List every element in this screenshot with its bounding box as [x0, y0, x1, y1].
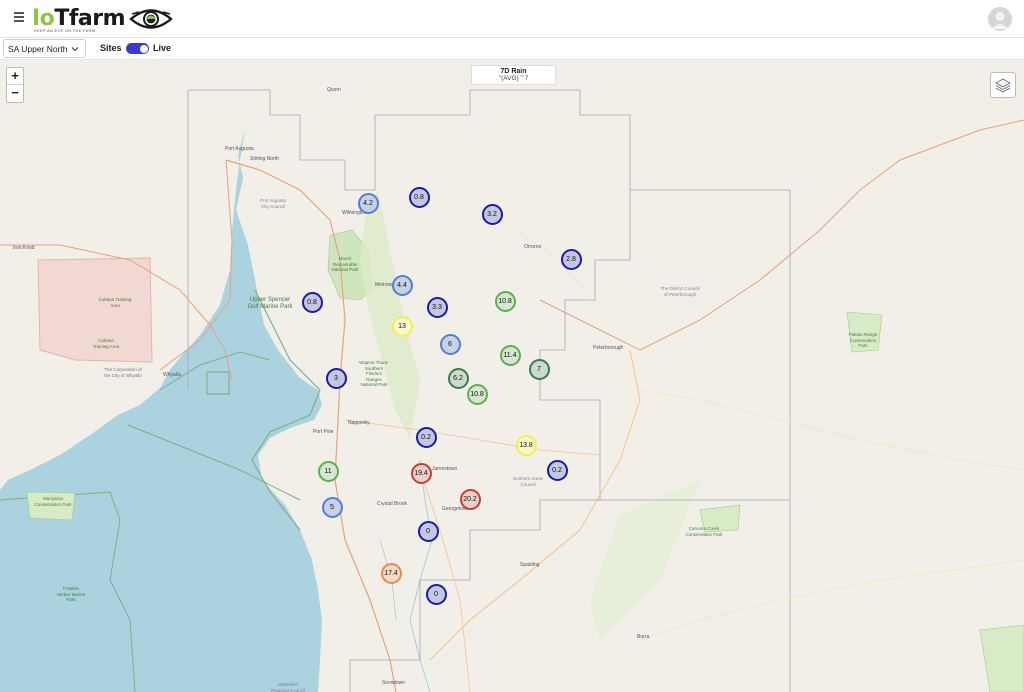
park-label: Franklin Harbor Marine Park — [56, 586, 86, 602]
site-marker[interactable]: 10.8 — [466, 383, 488, 405]
place-label: Jamestown — [432, 466, 458, 472]
place-label: Burra — [637, 634, 650, 640]
zoom-in-button[interactable]: + — [7, 68, 23, 85]
live-label: Live — [153, 43, 172, 53]
hamburger-icon[interactable] — [14, 12, 24, 22]
app-header: IoTfarm KEEP AN EYE ON THE FARM — [0, 0, 1024, 38]
zoom-out-button[interactable]: − — [7, 85, 23, 102]
rain-legend: 7D Rain "(AVG) " 7 — [471, 65, 556, 85]
site-marker[interactable]: 6 — [439, 333, 461, 355]
park-label: Wakefield Regional Council — [270, 682, 306, 692]
site-marker[interactable]: 10.8 — [494, 290, 516, 312]
legend-title: 7D Rain — [500, 68, 527, 75]
park-label: Northern Areas Council — [512, 476, 544, 487]
park-label: Wapma Thura-Southern Flinders Ranges Nat… — [359, 360, 389, 387]
place-label: Snowtown — [382, 680, 406, 686]
site-marker[interactable]: 20.2 — [459, 488, 481, 510]
site-marker[interactable]: 11.4 — [499, 344, 521, 366]
site-marker[interactable]: 3 — [325, 367, 347, 389]
site-marker[interactable]: 3.2 — [481, 203, 503, 225]
park-label: Mount Remarkable National Park — [331, 256, 359, 272]
region-select[interactable]: SA Upper North — [3, 39, 86, 58]
site-marker[interactable]: 4.4 — [391, 274, 413, 296]
zoom-control: + − — [6, 67, 24, 103]
site-marker[interactable]: 0.2 — [546, 459, 568, 481]
legend-subtitle: "(AVG) " 7 — [498, 75, 529, 82]
sites-label: Sites — [100, 43, 122, 53]
layers-icon — [995, 78, 1011, 93]
park-label: Caroona Creek Conservation Park — [685, 526, 723, 537]
place-label: Iron Knob — [13, 245, 35, 251]
toggle-knob — [139, 44, 148, 53]
site-marker[interactable]: 7 — [528, 358, 550, 380]
site-marker[interactable]: 17.4 — [380, 562, 402, 584]
site-marker[interactable]: 13.8 — [515, 434, 537, 456]
app-logo[interactable]: IoTfarm KEEP AN EYE ON THE FARM — [32, 6, 173, 33]
site-marker[interactable]: 0.8 — [408, 186, 430, 208]
site-marker[interactable]: 0 — [417, 520, 439, 542]
place-label: Stirling North — [250, 156, 279, 162]
site-marker[interactable]: 0 — [425, 583, 447, 605]
park-label: The District Council of Peterborough — [660, 286, 700, 297]
layers-button[interactable] — [990, 72, 1016, 98]
user-avatar-icon[interactable] — [988, 7, 1012, 31]
park-label: Upper Spencer Gulf Marine Park — [247, 297, 293, 310]
map-canvas[interactable]: Quorn Port Augusta Stirling North Wilmin… — [0, 60, 1024, 692]
region-select-value: SA Upper North — [8, 43, 68, 54]
site-marker[interactable]: 11 — [317, 460, 339, 482]
site-marker[interactable]: 6.2 — [447, 367, 469, 389]
place-label: Whyalla — [163, 372, 181, 378]
place-label: Orroroo — [524, 244, 542, 250]
place-label: Port Augusta — [225, 146, 254, 152]
map-basemap — [0, 89, 1024, 692]
park-label: Cultana Training Area — [92, 338, 120, 349]
site-marker[interactable]: 13 — [391, 315, 413, 337]
place-label: Napperby — [348, 420, 370, 426]
chevron-down-icon — [71, 47, 79, 52]
place-label: Peterborough — [593, 345, 624, 351]
place-label: Melrose — [375, 282, 393, 288]
site-marker[interactable]: 19.4 — [410, 462, 432, 484]
park-label: Munyaroo Conservation Park — [34, 496, 72, 507]
site-marker[interactable]: 0.2 — [415, 426, 437, 448]
park-label: The Corporation of the City of Whyalla — [104, 367, 142, 378]
logo-tagline: KEEP AN EYE ON THE FARM — [34, 28, 96, 33]
map-toolbar: SA Upper North Sites Live — [0, 38, 1024, 60]
place-label: Spalding — [520, 562, 540, 568]
park-label: Port Augusta City Council — [260, 198, 286, 209]
park-label: Pukatu Range Conservation Park — [848, 332, 878, 348]
park-label: Cultana Training Area — [98, 297, 132, 308]
site-marker[interactable]: 4.2 — [357, 192, 379, 214]
site-marker[interactable]: 3.3 — [426, 296, 448, 318]
place-label: Port Pirie — [313, 429, 334, 435]
eye-icon — [129, 9, 173, 29]
sites-live-toggle[interactable] — [126, 43, 149, 54]
place-label: Quorn — [327, 87, 341, 93]
place-label: Crystal Brook — [377, 501, 408, 507]
site-marker[interactable]: 0.8 — [301, 291, 323, 313]
site-marker[interactable]: 2.8 — [560, 248, 582, 270]
site-marker[interactable]: 5 — [321, 496, 343, 518]
